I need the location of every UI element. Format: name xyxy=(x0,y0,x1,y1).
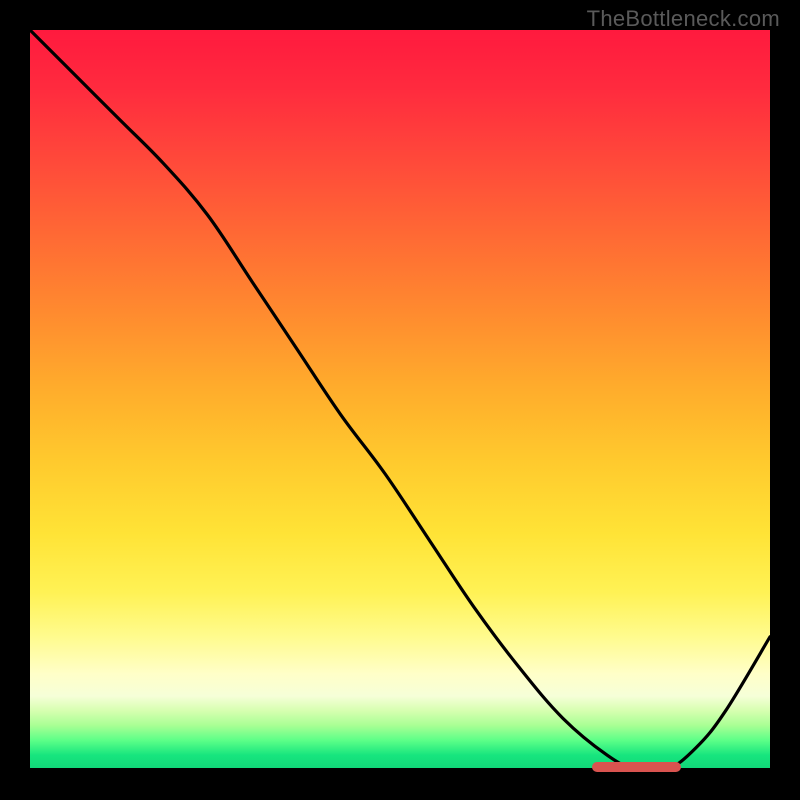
gradient-background xyxy=(30,30,770,770)
chart-page: { "watermark": "TheBottleneck.com", "col… xyxy=(0,0,800,800)
plot-area xyxy=(30,30,770,770)
y-axis-line xyxy=(26,30,30,772)
optimum-marker xyxy=(592,762,681,772)
watermark-text: TheBottleneck.com xyxy=(587,6,780,32)
